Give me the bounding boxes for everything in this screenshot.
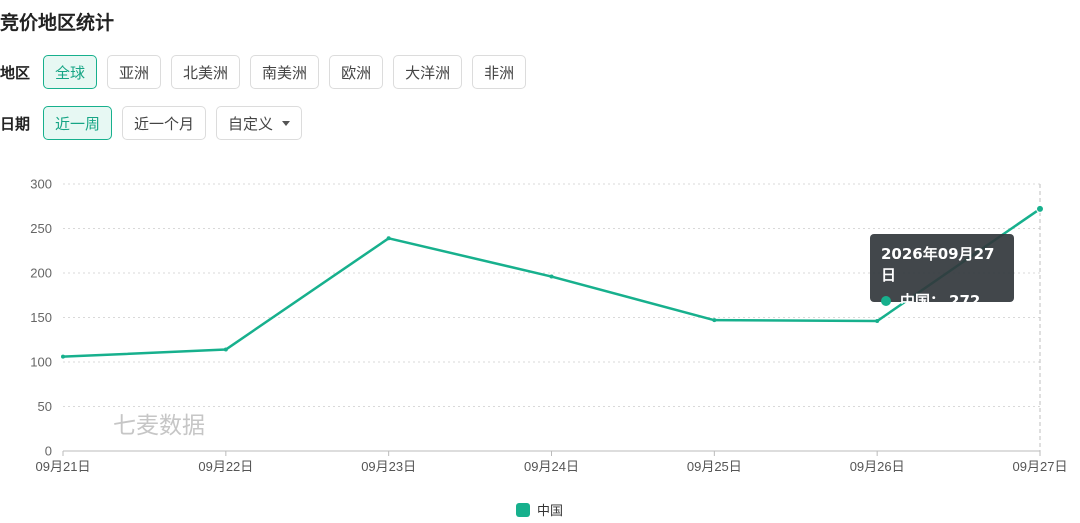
- tooltip-series-dot-icon: [881, 295, 891, 306]
- tooltip-separator: ：: [930, 292, 946, 310]
- legend-label: 中国: [537, 504, 564, 519]
- chart-legend[interactable]: 中国: [516, 500, 563, 519]
- date-filter-label: 日期: [0, 114, 31, 133]
- y-tick-label: 100: [30, 355, 52, 370]
- y-tick-label: 250: [30, 221, 52, 236]
- x-tick-label: 09月21日: [36, 459, 91, 474]
- region-filter-row: 地区 全球 亚洲 北美洲 南美洲 欧洲 大洋洲 非洲: [0, 55, 536, 89]
- chart-grid: [63, 183, 1041, 452]
- x-tick-label: 09月27日: [1013, 459, 1068, 474]
- caret-down-icon: [282, 120, 291, 126]
- region-option-africa[interactable]: 非洲: [472, 55, 527, 89]
- data-point[interactable]: [61, 354, 65, 359]
- tooltip-date: 2026年09月27日: [881, 245, 995, 284]
- region-option-south-america[interactable]: 南美洲: [250, 55, 320, 89]
- data-point[interactable]: [875, 319, 880, 324]
- tooltip-series-name: 中国: [900, 292, 931, 310]
- x-tick-label: 09月25日: [687, 459, 742, 474]
- data-point[interactable]: [549, 274, 554, 279]
- x-tick-label: 09月26日: [850, 459, 905, 474]
- data-point[interactable]: [223, 347, 228, 352]
- y-tick-label: 200: [30, 266, 52, 281]
- data-point[interactable]: [712, 318, 717, 323]
- y-tick-label: 300: [30, 177, 52, 192]
- date-option-last-week[interactable]: 近一周: [43, 106, 113, 140]
- region-option-europe[interactable]: 欧洲: [329, 55, 384, 89]
- page-title: 竞价地区统计: [0, 12, 115, 34]
- date-custom-label: 自定义: [228, 114, 274, 133]
- tooltip-value: 272: [949, 291, 981, 310]
- date-custom-dropdown[interactable]: 自定义: [216, 106, 303, 140]
- data-point[interactable]: [1036, 204, 1044, 213]
- region-filter-label: 地区: [0, 63, 31, 82]
- x-tick-label: 09月22日: [198, 459, 253, 474]
- chart-tooltip: 2026年09月27日 中国 ： 272: [870, 234, 1014, 310]
- chart-watermark: 七麦数据: [113, 412, 205, 438]
- region-option-asia[interactable]: 亚洲: [107, 55, 162, 89]
- date-option-last-month[interactable]: 近一个月: [122, 106, 207, 140]
- x-tick-label: 09月24日: [524, 459, 579, 474]
- line-chart: 0 50 100 150 200 250 300 09月21日 09月22日 09月23日 09月2…: [30, 177, 1068, 475]
- legend-swatch-icon: [516, 502, 530, 517]
- date-filter-row: 日期 近一周 近一个月 自定义: [0, 106, 312, 140]
- region-option-oceania[interactable]: 大洋洲: [393, 55, 463, 89]
- y-tick-label: 50: [38, 399, 52, 414]
- region-option-north-america[interactable]: 北美洲: [171, 55, 241, 89]
- x-tick-label: 09月23日: [361, 459, 416, 474]
- data-point[interactable]: [386, 236, 391, 241]
- y-tick-label: 150: [30, 310, 52, 325]
- y-tick-label: 0: [45, 444, 52, 459]
- region-option-global[interactable]: 全球: [43, 55, 98, 89]
